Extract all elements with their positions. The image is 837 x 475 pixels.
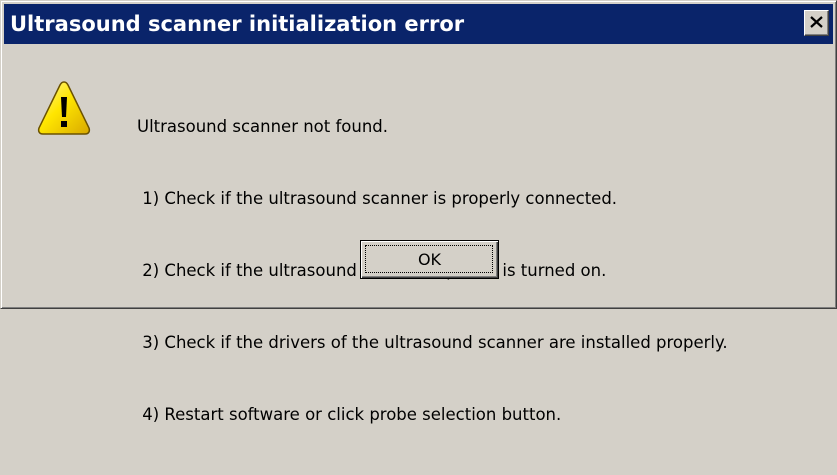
warning-triangle-icon bbox=[37, 81, 91, 135]
message-line: 1) Check if the ultrasound scanner is pr… bbox=[137, 189, 618, 208]
message-line: 4) Restart software or click probe selec… bbox=[137, 405, 562, 424]
close-button[interactable] bbox=[804, 10, 829, 36]
message-line: Ultrasound scanner not found. bbox=[137, 117, 389, 136]
close-icon bbox=[810, 16, 823, 28]
error-dialog: Ultrasound scanner initialization error … bbox=[0, 0, 837, 424]
dialog-title: Ultrasound scanner initialization error bbox=[10, 12, 465, 36]
ok-button[interactable]: OK bbox=[360, 240, 499, 279]
title-bar: Ultrasound scanner initialization error bbox=[4, 4, 833, 44]
message-line: 3) Check if the drivers of the ultrasoun… bbox=[137, 333, 728, 352]
ok-button-label: OK bbox=[417, 250, 442, 269]
